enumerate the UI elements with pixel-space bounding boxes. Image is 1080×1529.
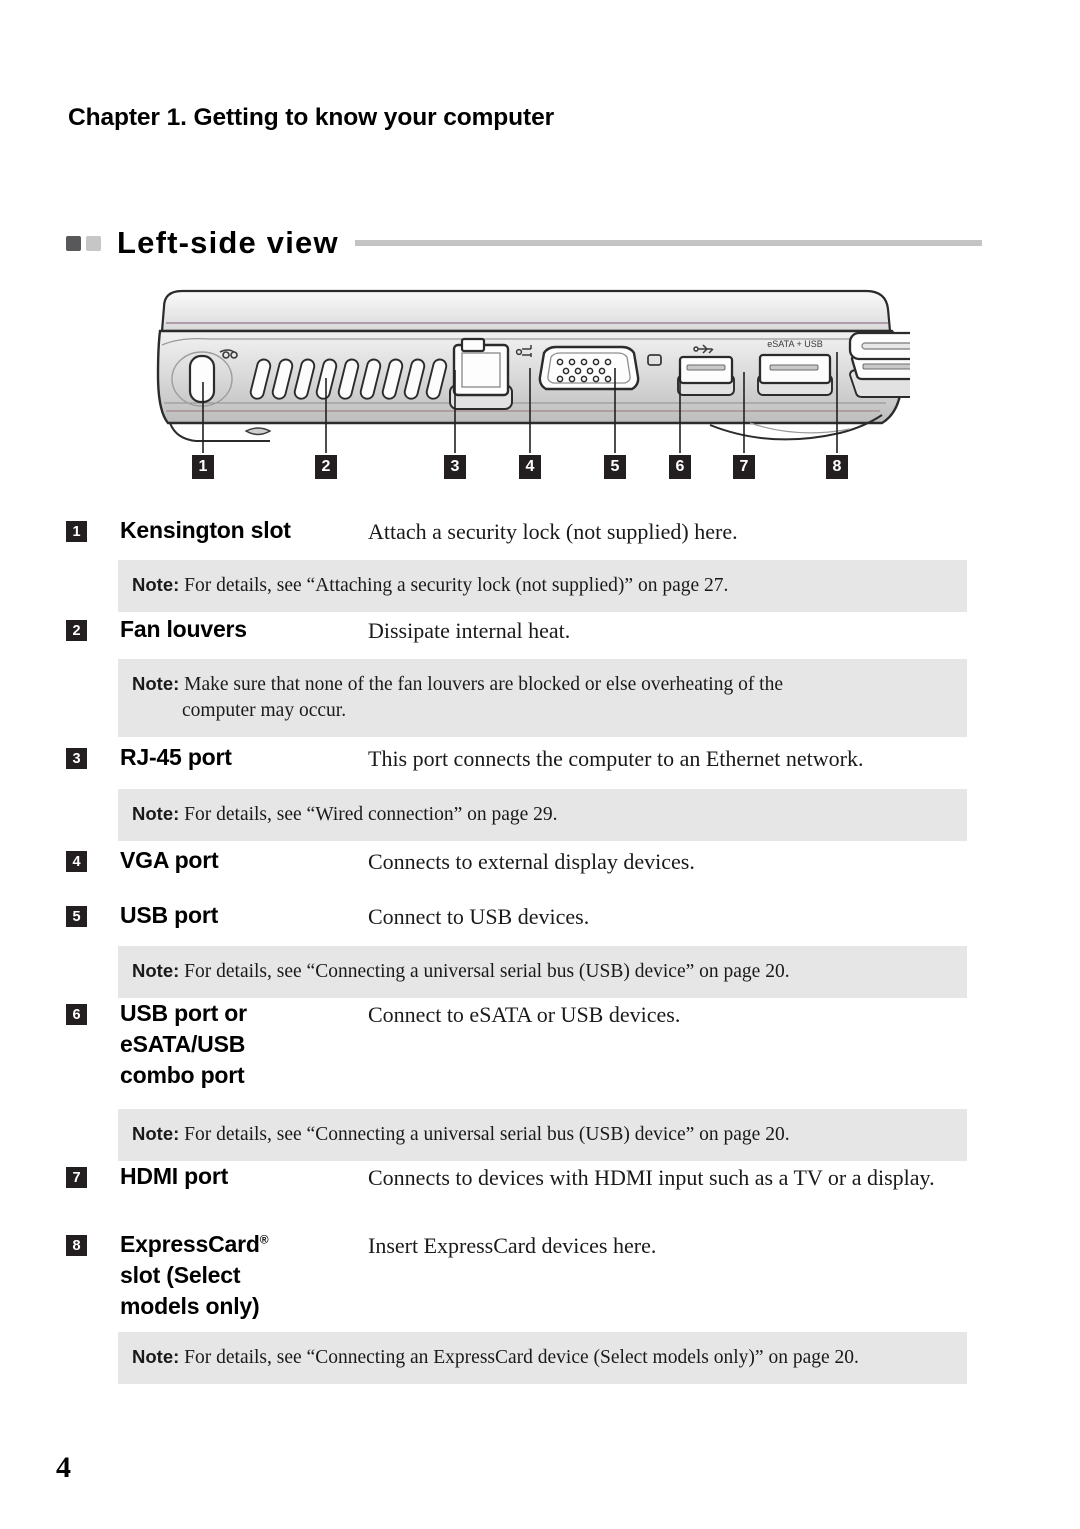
note-text-2-continued: computer may occur. — [182, 700, 347, 721]
item-label-6-line-1: USB port or — [120, 1000, 247, 1026]
note-box-2: Note: Make sure that none of the fan lou… — [118, 659, 967, 737]
note-text-6: For details, see “Connecting a universal… — [184, 1124, 790, 1145]
item-label-8-line-3: models only) — [120, 1293, 260, 1319]
item-badge-5: 5 — [66, 906, 87, 927]
note-text-5: For details, see “Connecting a universal… — [184, 961, 790, 982]
note-label-2: Note: — [132, 673, 180, 694]
callout-badge-3: 3 — [444, 455, 466, 479]
port-item-6: 6 USB port or eSATA/USB combo port Conne… — [66, 998, 996, 1091]
item-badge-4: 4 — [66, 851, 87, 872]
item-label-6-line-2: eSATA/USB — [120, 1031, 246, 1057]
item-label-usb-esata-combo-port: USB port or eSATA/USB combo port — [120, 998, 368, 1091]
note-label-3: Note: — [132, 803, 180, 824]
item-description-2: Dissipate internal heat. — [368, 618, 571, 643]
item-label-6-line-3: combo port — [120, 1062, 245, 1088]
note-label-6: Note: — [132, 1123, 180, 1144]
port-item-8: 8 ExpressCard® slot (Select models only)… — [66, 1229, 996, 1322]
item-description-1: Attach a security lock (not supplied) he… — [368, 519, 738, 544]
item-label-expresscard-slot: ExpressCard® slot (Select models only) — [120, 1229, 368, 1322]
item-badge-3: 3 — [66, 748, 87, 769]
port-item-4: 4 VGA port Connects to external display … — [66, 845, 996, 877]
port-item-2: 2 Fan louvers Dissipate internal heat. — [66, 614, 996, 646]
callout-badge-7: 7 — [733, 455, 755, 479]
item-label-usb-port: USB port — [120, 902, 219, 928]
port-item-1: 1 Kensington slot Attach a security lock… — [66, 515, 996, 547]
page-number: 4 — [56, 1451, 71, 1484]
registered-trademark-icon: ® — [259, 1232, 269, 1247]
note-box-5: Note: For details, see “Connecting a uni… — [118, 946, 967, 998]
item-label-kensington-slot: Kensington slot — [120, 517, 291, 543]
note-box-8: Note: For details, see “Connecting an Ex… — [118, 1332, 967, 1384]
item-description-5: Connect to USB devices. — [368, 904, 590, 929]
item-label-rj45-port: RJ-45 port — [120, 744, 232, 770]
item-description-7: Connects to devices with HDMI input such… — [368, 1165, 935, 1190]
callout-badge-2: 2 — [315, 455, 337, 479]
note-text-8: For details, see “Connecting an ExpressC… — [184, 1347, 859, 1368]
note-box-6: Note: For details, see “Connecting a uni… — [118, 1109, 967, 1161]
port-item-3: 3 RJ-45 port This port connects the comp… — [66, 742, 996, 774]
note-box-3: Note: For details, see “Wired connection… — [118, 789, 967, 841]
item-description-8: Insert ExpressCard devices here. — [368, 1233, 657, 1258]
item-badge-1: 1 — [66, 521, 87, 542]
callout-badge-1: 1 — [192, 455, 214, 479]
port-item-7: 7 HDMI port Connects to devices with HDM… — [66, 1161, 996, 1193]
item-label-fan-louvers: Fan louvers — [120, 616, 247, 642]
callout-badge-4: 4 — [519, 455, 541, 479]
item-label-vga-port: VGA port — [120, 847, 219, 873]
item-description-6: Connect to eSATA or USB devices. — [368, 1002, 681, 1027]
item-label-hdmi-port: HDMI port — [120, 1163, 229, 1189]
callout-badge-6: 6 — [669, 455, 691, 479]
callout-badges: 1 2 3 4 5 6 7 8 — [0, 0, 1080, 500]
item-description-3: This port connects the computer to an Et… — [368, 746, 864, 771]
item-badge-2: 2 — [66, 620, 87, 641]
item-label-8-line-1: ExpressCard — [120, 1231, 260, 1257]
note-text-3: For details, see “Wired connection” on p… — [184, 804, 558, 825]
callout-badge-5: 5 — [604, 455, 626, 479]
item-label-8-line-2: slot (Select — [120, 1262, 241, 1288]
note-label-8: Note: — [132, 1346, 180, 1367]
item-badge-6: 6 — [66, 1004, 87, 1025]
item-badge-8: 8 — [66, 1235, 87, 1256]
item-description-4: Connects to external display devices. — [368, 849, 695, 874]
callout-badge-8: 8 — [826, 455, 848, 479]
port-item-5: 5 USB port Connect to USB devices. — [66, 900, 996, 932]
note-box-1: Note: For details, see “Attaching a secu… — [118, 560, 967, 612]
note-text-2: Make sure that none of the fan louvers a… — [184, 674, 784, 695]
note-text-1: For details, see “Attaching a security l… — [184, 575, 729, 596]
note-label-1: Note: — [132, 574, 180, 595]
note-label-5: Note: — [132, 960, 180, 981]
item-badge-7: 7 — [66, 1167, 87, 1188]
